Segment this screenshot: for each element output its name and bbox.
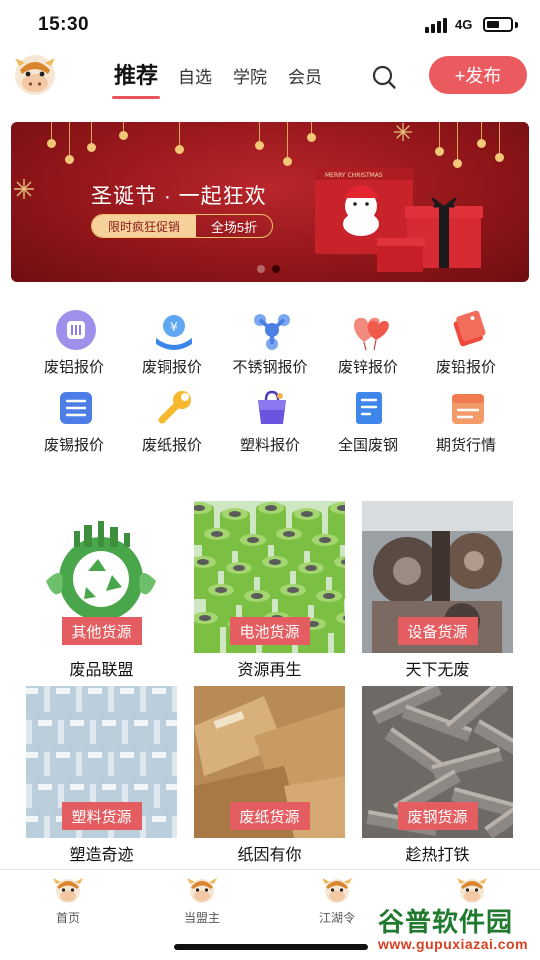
carousel-dot[interactable] <box>257 265 265 273</box>
ornament-decoration <box>477 122 486 148</box>
promo-banner[interactable]: 圣诞节 · 一起狂欢 限时疯狂促销 全场5折 MERRY CHRISTMAS <box>11 122 529 282</box>
cow-avatar-icon[interactable] <box>12 52 58 96</box>
ornament-decoration <box>453 122 462 168</box>
ornament-decoration <box>87 122 96 152</box>
cow-mascot-icon <box>187 878 217 903</box>
tab-item[interactable]: 江湖令 <box>297 876 377 926</box>
carousel-dots <box>257 265 287 273</box>
category-label: 废铝报价 <box>43 359 104 376</box>
tab-membership[interactable]: 会员 <box>288 63 322 98</box>
category-label: 废纸报价 <box>141 437 202 454</box>
category-label: 塑料报价 <box>239 437 300 454</box>
snowflake-icon <box>14 179 34 199</box>
category-item[interactable]: 废锌报价 <box>318 308 418 378</box>
resource-badge: 其他货源 <box>61 617 142 645</box>
banner-title: 圣诞节 · 一起狂欢 <box>91 185 267 208</box>
site-watermark: 谷普软件园 www.gupuxiazai.com <box>374 902 536 958</box>
steel-icon <box>356 392 382 424</box>
resource-badge: 废纸货源 <box>229 802 310 830</box>
status-bar: 15:30 4G <box>0 0 540 48</box>
ornament-decoration <box>307 122 316 142</box>
christmas-gift-illustration: MERRY CHRISTMAS <box>315 168 483 272</box>
tab-favorites[interactable]: 自选 <box>178 63 212 98</box>
promo-right-label: 全场5折 <box>210 219 258 235</box>
resource-caption: 趁热打铁 <box>405 847 470 864</box>
category-item[interactable]: 废铅报价 <box>416 308 516 378</box>
resource-badge: 塑料货源 <box>61 802 142 830</box>
paper-icon <box>158 391 191 424</box>
ornament-decoration <box>65 122 74 164</box>
tab-academy[interactable]: 学院 <box>233 63 267 98</box>
ornament-decoration <box>175 122 184 154</box>
resource-caption: 塑造奇迹 <box>69 847 134 864</box>
nav-tabs: 推荐 自选 学院 会员 <box>108 58 343 99</box>
resource-badge: 电池货源 <box>229 617 310 645</box>
home-indicator <box>174 944 368 950</box>
resource-badge: 设备货源 <box>397 617 478 645</box>
ornament-decoration <box>495 122 504 162</box>
category-label: 不锈钢报价 <box>232 359 308 376</box>
cow-mascot-icon <box>457 878 487 903</box>
aluminum-icon <box>56 310 96 350</box>
ornament-decoration <box>255 122 264 150</box>
resource-caption: 天下无废 <box>405 662 470 679</box>
tab-item[interactable]: 首页 <box>28 876 108 926</box>
tab-item[interactable]: 当盟主 <box>162 876 242 926</box>
category-label: 废锡报价 <box>43 437 104 454</box>
network-label: 4G <box>455 17 473 32</box>
ornament-decoration <box>47 122 56 148</box>
category-label: 废锌报价 <box>337 359 398 376</box>
tab-label: 当盟主 <box>183 911 220 925</box>
category-item[interactable]: 废锡报价 <box>24 386 124 456</box>
category-item[interactable]: 期货行情 <box>416 386 516 456</box>
cow-mascot-icon <box>53 878 83 903</box>
resource-caption: 资源再生 <box>237 662 302 679</box>
resource-caption: 纸因有你 <box>237 847 302 864</box>
battery-icon <box>483 17 513 32</box>
search-icon[interactable] <box>371 64 397 90</box>
publish-button[interactable]: +发布 <box>429 56 527 94</box>
category-label: 废铅报价 <box>435 359 496 376</box>
ornament-decoration <box>435 122 444 156</box>
ornament-decoration <box>119 122 128 140</box>
snowflake-icon <box>393 122 413 142</box>
status-time: 15:30 <box>38 14 90 35</box>
category-label: 期货行情 <box>435 437 496 454</box>
resource-caption: 废品联盟 <box>69 662 134 679</box>
promo-pill: 限时疯狂促销 全场5折 <box>91 214 273 238</box>
watermark-title: 谷普软件园 <box>378 907 514 937</box>
category-label: 全国废钢 <box>337 437 398 454</box>
signal-icon <box>425 17 449 33</box>
category-item[interactable]: 废铝报价 <box>24 308 124 378</box>
category-item[interactable]: 废纸报价 <box>122 386 222 456</box>
tin-icon <box>60 392 92 424</box>
promo-left-label: 限时疯狂促销 <box>92 215 196 237</box>
cow-mascot-icon <box>322 878 352 903</box>
category-item[interactable]: 全国废钢 <box>318 386 418 456</box>
category-item[interactable]: 不锈钢报价 <box>220 308 320 378</box>
zinc-icon <box>354 317 389 351</box>
resource-badge: 废钢货源 <box>397 802 478 830</box>
copper-icon: ¥ <box>156 315 192 350</box>
tab-recommend[interactable]: 推荐 <box>111 58 161 99</box>
category-item[interactable]: ¥ 废铜报价 <box>122 308 222 378</box>
category-item[interactable]: 塑料报价 <box>220 386 320 456</box>
top-header: 推荐 自选 学院 会员 +发布 <box>0 48 540 108</box>
watermark-url: www.gupuxiazai.com <box>378 936 529 952</box>
category-label: 废铜报价 <box>141 359 202 376</box>
plastic-icon <box>258 390 286 424</box>
banner-art-text: MERRY CHRISTMAS <box>325 172 383 179</box>
ornament-decoration <box>283 122 292 166</box>
battery-tip <box>515 22 518 28</box>
tab-label: 首页 <box>55 911 80 925</box>
carousel-dot-active[interactable] <box>272 265 280 273</box>
battery-level <box>487 21 499 28</box>
svg-text:¥: ¥ <box>170 320 178 334</box>
lead-icon <box>453 310 486 347</box>
stainless-steel-icon <box>254 314 290 350</box>
tab-label: 江湖令 <box>318 911 355 925</box>
futures-icon <box>452 394 484 424</box>
